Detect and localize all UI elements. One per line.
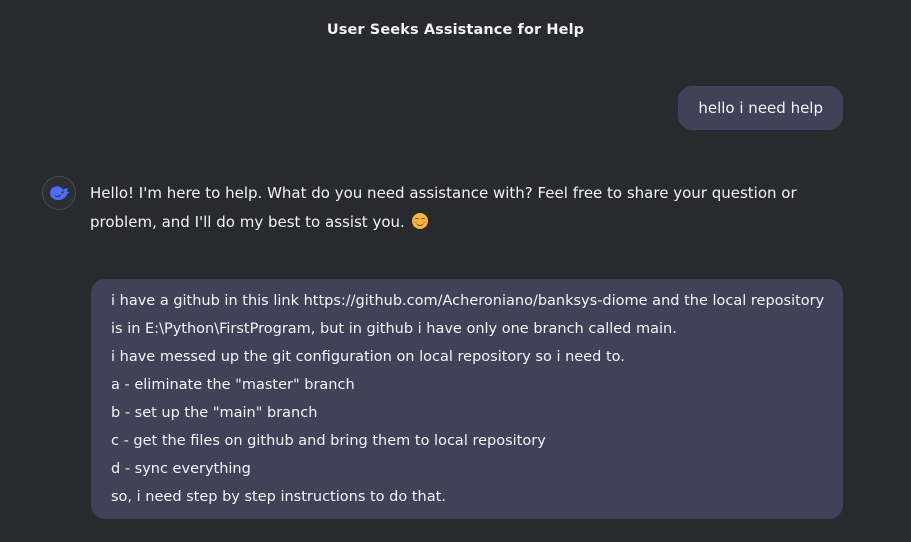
conversation-title: User Seeks Assistance for Help (326, 22, 585, 38)
user-message-bubble: i have a github in this link https://git… (91, 279, 843, 519)
user-message-line: c - get the files on github and bring th… (111, 433, 546, 449)
user-message-line: i have a github in this link https://git… (111, 293, 825, 309)
user-message-line: b - set up the "main" branch (111, 405, 318, 421)
user-message-line: a - eliminate the "master" branch (111, 377, 355, 393)
user-message-line: is in E:\Python\FirstProgram, but in git… (111, 321, 677, 337)
smiling-face-emoji-icon (411, 213, 428, 229)
user-message-text: hello i need help (698, 99, 823, 117)
user-message-line: so, i need step by step instructions to … (111, 489, 446, 505)
assistant-message-body: Hello! I'm here to help. What do you nee… (90, 179, 840, 237)
whale-logo-icon (50, 186, 70, 201)
user-message-line: i have messed up the git configuration o… (111, 349, 625, 365)
assistant-avatar (42, 176, 76, 210)
user-message-line: d - sync everything (111, 461, 251, 477)
user-message-bubble: hello i need help (678, 86, 843, 130)
assistant-message-text: Hello! I'm here to help. What do you nee… (90, 184, 797, 231)
